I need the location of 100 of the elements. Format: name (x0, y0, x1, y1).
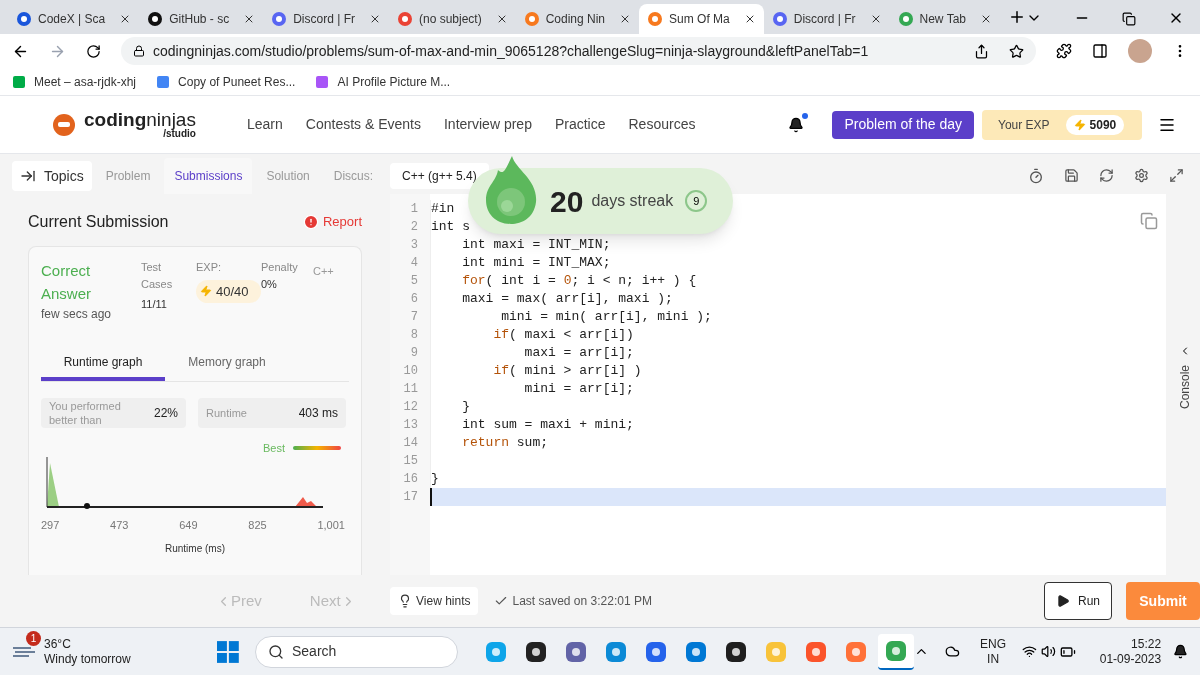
nav-link[interactable]: Resources (628, 114, 696, 135)
cloud-icon[interactable] (945, 644, 961, 659)
video-call-icon (12, 74, 26, 89)
exp-label: Your EXP (998, 116, 1050, 134)
penalty-value: 0% (261, 276, 278, 292)
notification-badge: 1 (26, 630, 41, 646)
line-number: 10 (403, 363, 418, 380)
discord-logo-icon (271, 11, 288, 27)
close-tab-icon[interactable] (980, 13, 992, 25)
axis-tick-label: 473 (110, 517, 129, 533)
legend-label: Best (263, 441, 285, 456)
panel-tab[interactable]: Submissions (164, 158, 253, 194)
taskbar-search-field[interactable]: Search (255, 635, 459, 668)
fast-runtime-distribution-area (47, 462, 59, 507)
line-number: 5 (410, 273, 418, 290)
axis-tick-label: 825 (248, 517, 267, 533)
clock[interactable]: 15:22 01-09-2023 (1099, 636, 1162, 667)
wifi-icon[interactable] (1022, 644, 1037, 659)
streak-days: 20 (550, 178, 584, 224)
save-icon[interactable] (1064, 168, 1079, 183)
code-line: } (461, 398, 470, 416)
fullscreen-icon[interactable] (1169, 168, 1184, 183)
code-line: for( int i = 0; i < n; i++ ) { (461, 272, 697, 290)
brand-name: codingninjas (84, 110, 196, 129)
copy-code-icon[interactable] (1140, 212, 1158, 230)
test-cases-value: 11/11 (141, 297, 168, 312)
new-tab-icon[interactable] (1008, 8, 1026, 26)
browser-tab[interactable]: GitHub - sc (139, 4, 264, 34)
temperature: 36°C (44, 636, 72, 652)
line-number: 7 (410, 309, 418, 326)
extensions-icon[interactable] (1056, 43, 1072, 59)
reload-icon[interactable] (86, 43, 101, 59)
browser-tab[interactable]: New Tab (889, 4, 1000, 34)
forecast: Windy tomorrow (44, 651, 131, 667)
save-status: Last saved on 3:22:01 PM (494, 592, 652, 610)
reset-icon[interactable] (1099, 168, 1114, 183)
line-number: 8 (410, 327, 418, 344)
nav-link[interactable]: Practice (554, 114, 606, 135)
timer-icon[interactable] (1028, 168, 1044, 184)
streak-label: days streak (591, 191, 674, 211)
code-line: return sum; (461, 434, 549, 452)
browser-tab[interactable]: Sum Of Ma (639, 4, 764, 34)
weather-widget[interactable]: 1 36°C Windy tomorrow (12, 630, 211, 673)
stat-label: You performed better than (49, 399, 122, 427)
lightning-icon (1073, 118, 1086, 131)
side-panel-icon[interactable] (1092, 43, 1108, 59)
graph-tab[interactable]: Memory graph (165, 347, 289, 381)
browser-tab[interactable]: (no subject) (388, 4, 516, 34)
address-field[interactable]: codingninjas.com/studio/problems/sum-of-max-and-min_9065128?challengeSlug=ninja-slayground&leftPanelTab=1 (121, 37, 1036, 65)
browser-tab[interactable]: Coding Nin (515, 4, 640, 34)
bookmark-link[interactable]: Meet – asa-rjdk-xhj (12, 72, 137, 91)
browser-tab[interactable]: Discord | Fr (763, 4, 890, 34)
url-text: codingninjas.com/studio/problems/sum-of-max-and-min_9065128?challengeSlug=ninja-slayground&leftPanelTab=1 (153, 41, 869, 61)
code-line: #in (431, 200, 455, 218)
bookmark-link[interactable]: AI Profile Picture M... (315, 72, 451, 91)
browser-tab[interactable]: Discord | Fr (263, 4, 389, 34)
report-link[interactable]: Report (302, 212, 362, 232)
nav-link[interactable]: Learn (247, 114, 283, 135)
y-axis-line (46, 456, 48, 507)
start-icon[interactable] (217, 640, 239, 663)
restore-icon[interactable] (1122, 12, 1136, 26)
volume-icon[interactable] (1041, 644, 1056, 659)
field-label: Penalty (261, 260, 299, 275)
graph-tab[interactable]: Runtime graph (41, 347, 165, 381)
line-number: 4 (410, 255, 418, 272)
text-cursor (430, 488, 432, 506)
nav-link[interactable]: Interview prep (444, 114, 532, 135)
notifications-icon[interactable] (1173, 644, 1188, 659)
notification-bell-icon[interactable] (788, 116, 805, 133)
language-selector[interactable]: C++ (g++ 5.4) (390, 163, 489, 189)
run-button[interactable]: Run (1044, 582, 1112, 620)
console-toggle[interactable]: Console (1170, 345, 1200, 425)
status-text: Correct Answer (41, 261, 93, 304)
discord-logo-icon (771, 11, 788, 27)
share-icon[interactable] (974, 43, 989, 59)
streak-count-badge: 9 (685, 190, 708, 212)
line-number: 9 (410, 345, 418, 362)
submitted-time: few secs ago (41, 306, 113, 323)
check-icon (494, 594, 509, 608)
browser-tab[interactable]: CodeX | Sca (8, 4, 140, 34)
language-indicator[interactable]: ENG IN (980, 636, 1007, 667)
topics-icon (20, 168, 36, 184)
bookmark-star-icon[interactable] (1009, 43, 1024, 59)
topics-button[interactable]: Topics (12, 161, 92, 191)
stat-label: Runtime (206, 405, 247, 421)
gmail-logo-icon (396, 11, 413, 27)
slow-runtime-distribution-area (295, 496, 317, 507)
code-line: if( mini > arr[i] ) (492, 362, 642, 380)
settings-icon[interactable] (1134, 168, 1149, 183)
lock-icon (133, 45, 145, 57)
axis-tick-label: 1,001 (317, 517, 345, 533)
line-number: 3 (410, 237, 418, 254)
view-hints-button[interactable]: View hints (390, 587, 479, 615)
nav-link[interactable]: Contests & Events (305, 114, 421, 135)
chrome-logo-icon (897, 11, 914, 27)
bookmark-link[interactable]: Copy of Puneet Res... (156, 72, 296, 91)
wind-icon (12, 645, 36, 658)
axis-title: Runtime (ms) (165, 542, 225, 556)
lightbulb-icon (398, 594, 412, 608)
problem-of-the-day-button[interactable]: Problem of the day (832, 110, 974, 139)
